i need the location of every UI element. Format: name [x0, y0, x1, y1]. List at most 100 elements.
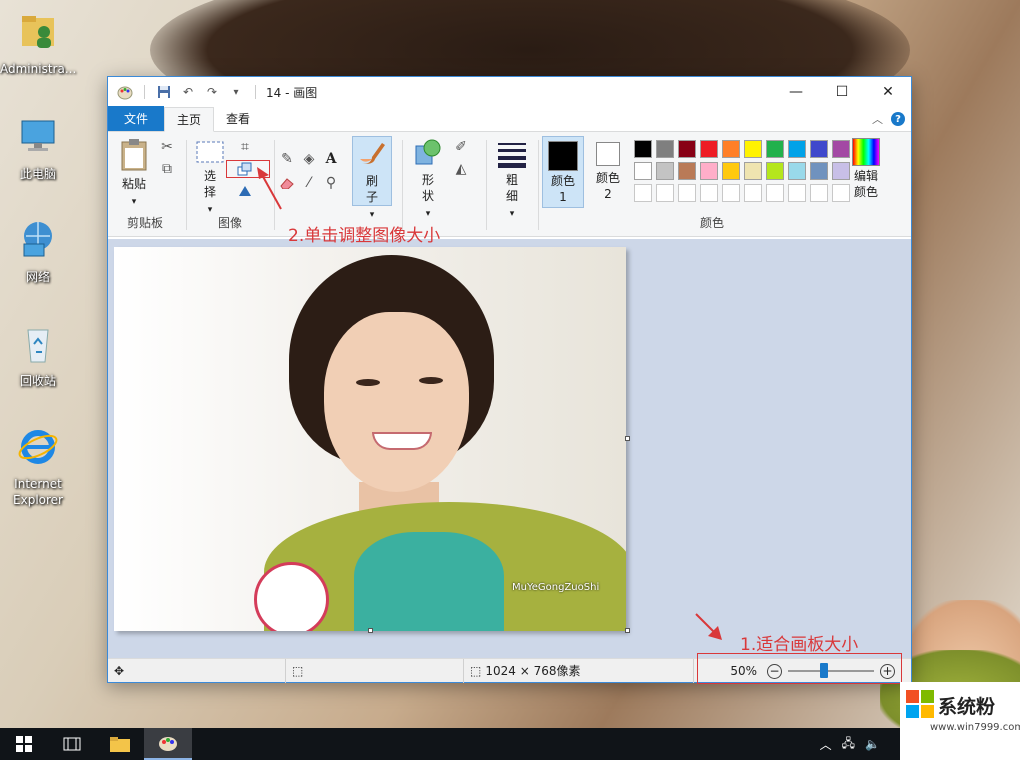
canvas-area[interactable]: MuYeGongZuoShi: [108, 239, 911, 658]
paste-button[interactable]: 粘贴 ▾: [116, 138, 152, 210]
group-colors: 颜色 1 颜色 2 编辑颜色 颜色: [542, 136, 882, 233]
paste-dropdown-icon: ▾: [131, 197, 137, 207]
custom-color-swatch[interactable]: [744, 184, 762, 202]
desktop-icon-internet-explorer[interactable]: Internet Explorer: [0, 425, 76, 508]
resize-handle-right[interactable]: [625, 436, 630, 441]
color-swatch[interactable]: [634, 140, 652, 158]
group-divider: [538, 140, 539, 230]
network-status-icon[interactable]: 🖧: [842, 734, 855, 755]
show-hidden-icons-icon[interactable]: ︿: [820, 736, 832, 753]
tab-home[interactable]: 主页: [164, 107, 215, 132]
cursor-position-icon: ✥: [108, 658, 286, 683]
cut-icon[interactable]: ✂: [158, 138, 176, 156]
folder-icon: [110, 737, 130, 752]
canvas-image[interactable]: MuYeGongZuoShi: [114, 247, 626, 631]
outline-icon[interactable]: ✐: [452, 138, 470, 156]
color1-swatch: [548, 141, 578, 171]
custom-color-swatch[interactable]: [656, 184, 674, 202]
group-shapes: 形状 ▾ ✐ ◭: [406, 136, 482, 233]
fill-icon[interactable]: ◈: [300, 150, 318, 168]
undo-icon[interactable]: ↶: [179, 83, 197, 101]
clipboard-group-label: 剪贴板: [126, 216, 163, 230]
resize-handle-bottom[interactable]: [368, 628, 373, 633]
redo-icon[interactable]: ↷: [203, 83, 221, 101]
custom-color-swatch[interactable]: [700, 184, 718, 202]
custom-color-swatch[interactable]: [810, 184, 828, 202]
ribbon-tabs: 文件 主页 查看 ︿ ?: [108, 106, 911, 132]
desktop-icon-user-folder[interactable]: Administra...: [0, 10, 76, 77]
annotation-arrow-icon: [695, 613, 722, 640]
color-swatch[interactable]: [766, 162, 784, 180]
color-swatch[interactable]: [744, 162, 762, 180]
tab-view[interactable]: 查看: [214, 106, 262, 131]
brand-url: www.win7999.com: [930, 722, 1020, 733]
color-picker-icon[interactable]: ⁄: [300, 174, 318, 192]
shapes-dropdown-icon: ▾: [425, 209, 431, 219]
color-swatch[interactable]: [810, 140, 828, 158]
custom-color-swatch[interactable]: [634, 184, 652, 202]
select-button[interactable]: 选择 ▾: [194, 138, 226, 218]
volume-icon[interactable]: 🔈: [865, 737, 880, 751]
minimize-button[interactable]: —: [773, 77, 819, 107]
resize-handle-corner[interactable]: [625, 628, 630, 633]
color-swatch[interactable]: [788, 162, 806, 180]
tab-file[interactable]: 文件: [108, 106, 164, 131]
group-tools: ✎ ◈ A ⁄ ⚲ 刷子 ▾: [278, 136, 398, 233]
color-swatch[interactable]: [634, 162, 652, 180]
desktop-icon-this-pc[interactable]: 此电脑: [0, 115, 76, 182]
brush-button[interactable]: 刷子 ▾: [352, 136, 392, 220]
shape-fill-icon[interactable]: ◭: [452, 160, 470, 178]
color-swatch[interactable]: [678, 140, 696, 158]
color-swatch[interactable]: [678, 162, 696, 180]
color-swatch[interactable]: [744, 140, 762, 158]
user-folder-icon: [22, 16, 54, 48]
copy-icon[interactable]: ⧉: [158, 160, 176, 178]
color2-button[interactable]: 颜色 2: [588, 136, 628, 202]
color-swatch[interactable]: [656, 162, 674, 180]
color-swatch[interactable]: [788, 140, 806, 158]
shapes-button[interactable]: 形状 ▾: [410, 138, 446, 222]
magnifier-icon[interactable]: ⚲: [322, 174, 340, 192]
start-button[interactable]: [0, 728, 48, 760]
image-size-readout: ⬚ 1024 × 768像素: [464, 658, 694, 683]
color-swatch[interactable]: [700, 140, 718, 158]
custom-color-swatch[interactable]: [722, 184, 740, 202]
rotate-icon[interactable]: [236, 182, 254, 200]
desktop-icon-recycle-bin[interactable]: 回收站: [0, 322, 76, 389]
color-swatch[interactable]: [656, 140, 674, 158]
annotation-arrow-icon: [257, 167, 282, 210]
custom-color-swatch[interactable]: [766, 184, 784, 202]
custom-color-swatch[interactable]: [678, 184, 696, 202]
save-icon[interactable]: [155, 83, 173, 101]
color-swatch[interactable]: [700, 162, 718, 180]
close-button[interactable]: ✕: [865, 77, 911, 107]
paint-taskbar-button[interactable]: [144, 728, 192, 760]
edit-colors-button[interactable]: 编辑颜色: [846, 136, 886, 200]
task-view-button[interactable]: [48, 728, 96, 760]
brand-logo-icon: [906, 690, 934, 718]
file-explorer-button[interactable]: [96, 728, 144, 760]
annotation-step2: 2.单击调整图像大小: [288, 226, 441, 246]
collapse-ribbon-icon[interactable]: ︿: [872, 111, 883, 127]
color-swatch[interactable]: [766, 140, 784, 158]
custom-color-swatch[interactable]: [788, 184, 806, 202]
color-swatch[interactable]: [722, 140, 740, 158]
maximize-button[interactable]: ☐: [819, 77, 865, 107]
image-group-label: 图像: [217, 216, 242, 230]
group-divider: [402, 140, 403, 230]
colors-group-label: 颜色: [699, 216, 724, 230]
color-swatch[interactable]: [722, 162, 740, 180]
group-size: 粗细 ▾: [490, 136, 540, 233]
size-button[interactable]: 粗细 ▾: [492, 140, 532, 222]
desktop-icon-network[interactable]: 网络: [0, 218, 76, 285]
paint-app-icon[interactable]: [116, 83, 134, 101]
help-icon[interactable]: ?: [891, 112, 905, 126]
customize-quick-access-icon[interactable]: ▾: [227, 83, 245, 101]
windows-logo-icon: [16, 736, 32, 752]
text-icon[interactable]: A: [322, 150, 340, 168]
color-swatch[interactable]: [810, 162, 828, 180]
color1-button[interactable]: 颜色 1: [542, 136, 584, 208]
brush-icon: [360, 143, 385, 164]
crop-icon[interactable]: ⌗: [236, 138, 254, 156]
selection-size-icon: ⬚: [286, 658, 464, 683]
